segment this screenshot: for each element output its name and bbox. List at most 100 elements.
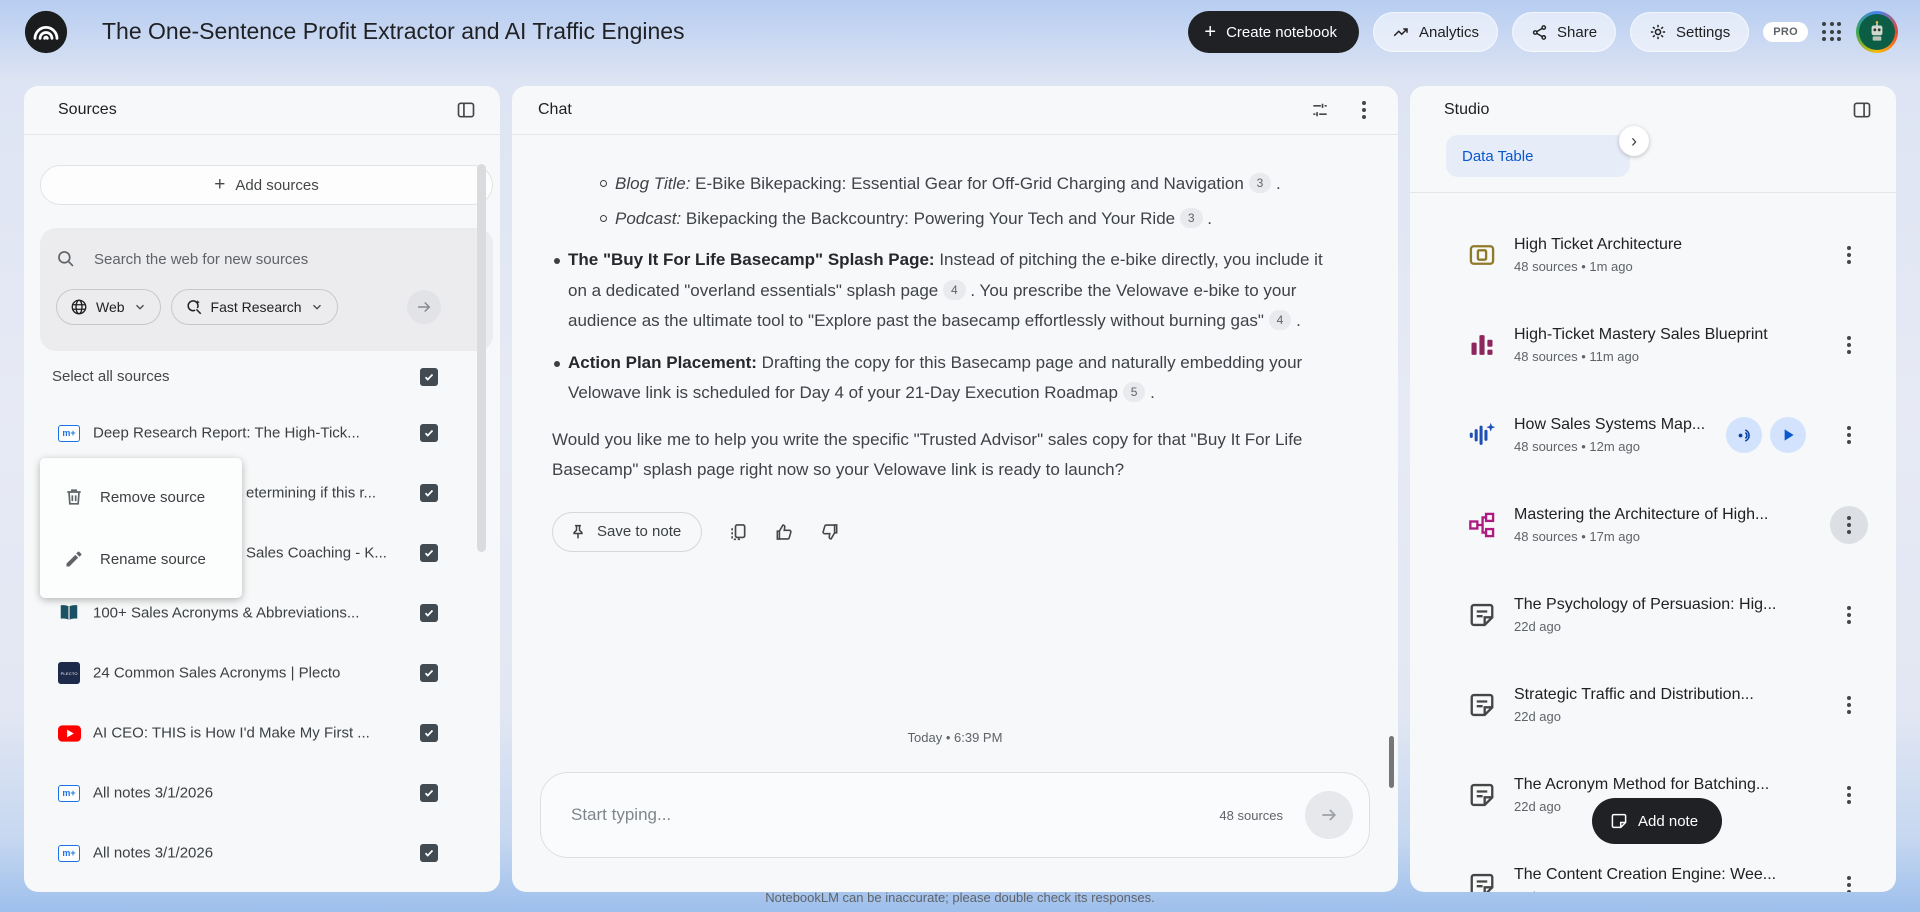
- data-table-chip[interactable]: Data Table: [1446, 135, 1630, 177]
- chat-input-box[interactable]: Start typing... 48 sources: [540, 772, 1370, 858]
- select-all-checkbox[interactable]: [420, 368, 438, 386]
- citation-badge[interactable]: 4: [943, 279, 966, 300]
- collapse-panel-icon[interactable]: [1852, 100, 1872, 120]
- share-button[interactable]: Share: [1512, 12, 1617, 52]
- studio-item-row[interactable]: Mastering the Architecture of High... 48 …: [1410, 480, 1896, 570]
- studio-item-menu-button[interactable]: [1830, 686, 1868, 724]
- studio-item-menu-button[interactable]: [1830, 416, 1868, 454]
- research-mode-chip[interactable]: Fast Research: [170, 289, 338, 325]
- source-checkbox[interactable]: [420, 724, 438, 742]
- settings-button[interactable]: Settings: [1630, 12, 1750, 52]
- source-row[interactable]: m+ All notes 3/1/2026: [24, 823, 500, 883]
- web-filter-chip[interactable]: Web: [56, 289, 161, 325]
- citation-badge[interactable]: 4: [1268, 310, 1292, 330]
- bar-chart-icon: [1471, 335, 1493, 355]
- add-note-button[interactable]: Add note: [1592, 798, 1723, 844]
- citation-badge[interactable]: 5: [1122, 382, 1146, 402]
- save-to-note-button[interactable]: Save to note: [552, 511, 703, 552]
- thumbs-up-icon[interactable]: [774, 522, 794, 542]
- google-apps-icon[interactable]: [1822, 22, 1842, 42]
- source-checkbox[interactable]: [420, 844, 438, 862]
- studio-item-title: High-Ticket Mastery Sales Blueprint: [1514, 326, 1768, 343]
- pro-badge: PRO: [1763, 22, 1808, 42]
- play-icon: [1784, 429, 1794, 441]
- context-menu-label: Rename source: [100, 550, 206, 568]
- thumbs-down-icon[interactable]: [820, 522, 840, 542]
- studio-item-row[interactable]: How Sales Systems Map... 48 sources • 12m…: [1410, 390, 1896, 480]
- interactive-mode-icon: [1738, 428, 1750, 442]
- sources-scrollbar-thumb[interactable]: [477, 164, 486, 552]
- studio-item-menu-button[interactable]: [1830, 596, 1868, 634]
- notebooklm-logo-icon[interactable]: [24, 10, 68, 54]
- source-row[interactable]: m+ Deep Research Report: The High-Tick...: [24, 403, 500, 463]
- collapse-panel-icon[interactable]: [456, 100, 476, 120]
- send-message-button[interactable]: [1305, 791, 1353, 839]
- source-title: All notes 3/1/2026: [93, 784, 214, 802]
- studio-item-meta: 48 sources • 12m ago: [1514, 439, 1640, 454]
- bullet-item: The "Buy It For Life Basecamp" Splash Pa…: [552, 245, 1344, 337]
- source-context-menu: Remove source Rename source: [40, 458, 242, 598]
- source-checkbox[interactable]: [420, 484, 438, 502]
- chat-panel-title: Chat: [538, 101, 572, 118]
- studio-item-menu-button[interactable]: [1830, 506, 1868, 544]
- studio-item-title: High Ticket Architecture: [1514, 236, 1683, 253]
- source-row[interactable]: AI CEO: THIS is How I'd Make My First ..…: [24, 703, 500, 763]
- carousel-next-button[interactable]: ›: [1619, 126, 1649, 156]
- notebook-title[interactable]: The One-Sentence Profit Extractor and AI…: [102, 18, 685, 45]
- source-checkbox[interactable]: [420, 544, 438, 562]
- text: Would you like me to help you write the …: [552, 429, 1303, 480]
- source-title: 24 Common Sales Acronyms | Plecto: [93, 664, 341, 682]
- studio-item-row[interactable]: The Content Creation Engine: Wee...22d a…: [1410, 840, 1896, 892]
- studio-item-meta: 22d ago: [1514, 709, 1561, 724]
- gear-icon: [1649, 23, 1667, 41]
- search-input[interactable]: Search the web for new sources: [94, 251, 308, 268]
- sources-panel: Sources + Add sources Search the web for…: [24, 86, 500, 892]
- studio-item-row[interactable]: High-Ticket Mastery Sales Blueprint 48 so…: [1410, 300, 1896, 390]
- source-checkbox[interactable]: [420, 664, 438, 682]
- select-all-row: Select all sources: [24, 358, 500, 398]
- add-sources-button[interactable]: + Add sources: [40, 165, 493, 205]
- analytics-button[interactable]: Analytics: [1372, 12, 1499, 52]
- studio-item-menu-button[interactable]: [1830, 236, 1868, 274]
- message-actions-row: Save to note: [552, 511, 1344, 552]
- trash-icon: [67, 489, 81, 505]
- context-menu-item-remove-source[interactable]: Remove source: [40, 466, 242, 528]
- note-source-icon: m+: [58, 424, 80, 442]
- user-avatar[interactable]: [1856, 11, 1898, 53]
- play-button[interactable]: [1770, 417, 1806, 453]
- plecto-favicon: PLECTO: [58, 662, 80, 684]
- paragraph: Would you like me to help you write the …: [552, 425, 1344, 486]
- bullet-marker: [554, 258, 560, 264]
- create-notebook-button[interactable]: + Create notebook: [1188, 11, 1359, 53]
- citation-badge[interactable]: 3: [1179, 207, 1203, 228]
- chat-message-area: Blog Title: E-Bike Bikepacking: Essentia…: [512, 135, 1398, 722]
- studio-item-row[interactable]: Strategic Traffic and Distribution... 22d…: [1410, 660, 1896, 750]
- source-checkbox[interactable]: [420, 424, 438, 442]
- chat-settings-icon[interactable]: [1310, 100, 1330, 120]
- search-submit-button[interactable]: [407, 290, 441, 324]
- studio-item-meta: 22d ago: [1514, 619, 1561, 634]
- studio-item-menu-button[interactable]: [1830, 326, 1868, 364]
- citation-badge[interactable]: 3: [1248, 173, 1272, 193]
- studio-item-menu-button[interactable]: [1830, 776, 1868, 814]
- source-row[interactable]: m+ All notes 3/1/2026: [24, 763, 500, 823]
- studio-item-menu-button[interactable]: [1830, 866, 1868, 892]
- studio-item-row[interactable]: The Psychology of Persuasion: Hig... 22d …: [1410, 570, 1896, 660]
- book-icon: [60, 605, 78, 621]
- copy-icon[interactable]: [728, 522, 748, 542]
- research-mode-label: Fast Research: [210, 299, 302, 315]
- text: .: [1145, 383, 1155, 402]
- studio-item-row[interactable]: High Ticket Architecture 48 sources • 1m …: [1410, 210, 1896, 300]
- web-filter-label: Web: [96, 299, 125, 315]
- source-checkbox[interactable]: [420, 784, 438, 802]
- studio-item-title: How Sales Systems Map...: [1514, 416, 1706, 433]
- chevron-down-icon: [310, 300, 324, 314]
- chat-scrollbar-thumb[interactable]: [1389, 736, 1394, 788]
- studio-item-meta: 48 sources • 17m ago: [1514, 529, 1640, 544]
- source-row[interactable]: PLECTO 24 Common Sales Acronyms | Plecto: [24, 643, 500, 703]
- chat-more-options-icon[interactable]: [1354, 100, 1374, 120]
- note-icon: [1470, 783, 1494, 807]
- interactive-mode-button[interactable]: [1726, 417, 1762, 453]
- source-checkbox[interactable]: [420, 604, 438, 622]
- context-menu-item-rename-source[interactable]: Rename source: [40, 528, 242, 590]
